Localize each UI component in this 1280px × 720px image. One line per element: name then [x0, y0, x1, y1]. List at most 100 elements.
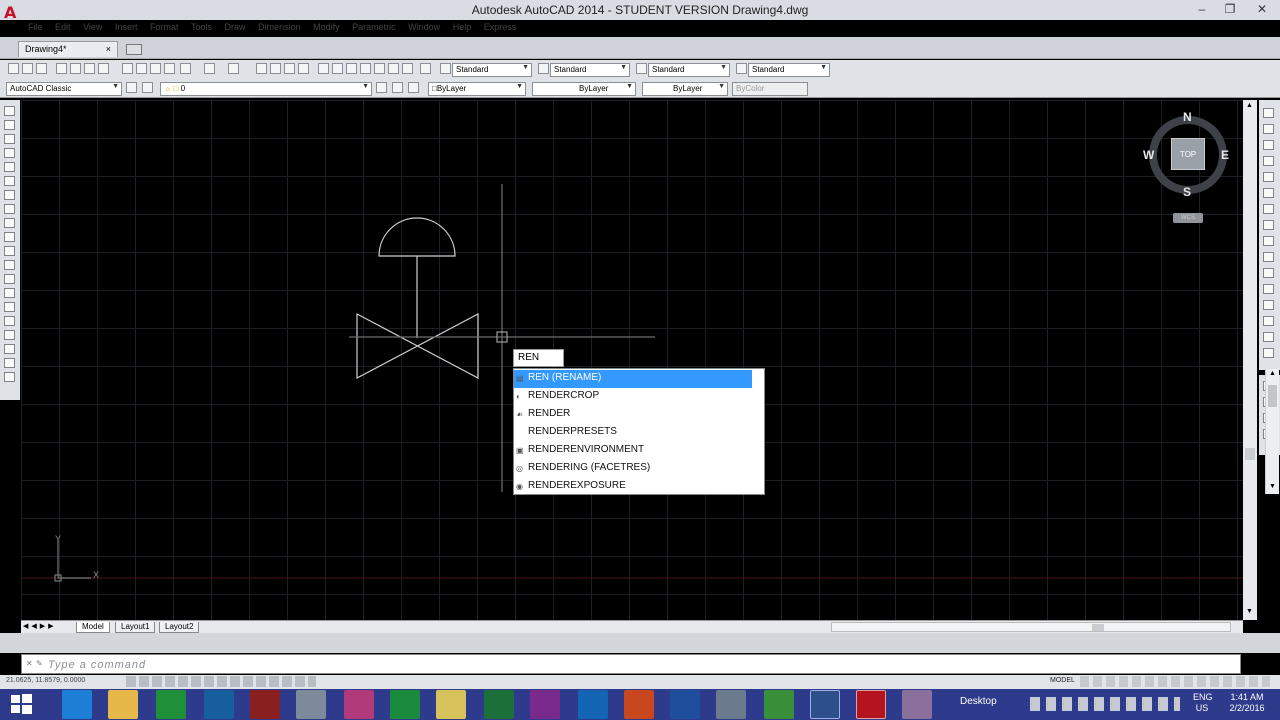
- undo-icon[interactable]: [204, 63, 215, 74]
- copy-icon[interactable]: [136, 63, 147, 74]
- text-style-icon[interactable]: [440, 63, 451, 74]
- properties-icon[interactable]: [318, 63, 329, 74]
- ellipse-arc-icon[interactable]: [4, 246, 15, 256]
- gradient-icon[interactable]: [4, 316, 15, 326]
- menu-dimension[interactable]: Dimension: [258, 22, 301, 32]
- menu-view[interactable]: View: [83, 22, 102, 32]
- point-icon[interactable]: [4, 288, 15, 298]
- horizontal-scrollbar[interactable]: [831, 622, 1231, 632]
- workspace-settings-icon[interactable]: [126, 82, 137, 93]
- windows-start-icon[interactable]: [8, 692, 34, 716]
- layer-match-icon[interactable]: [408, 82, 419, 93]
- color-select[interactable]: □ByLayer ▼: [428, 82, 526, 96]
- scroll-down-icon[interactable]: ▼: [1269, 483, 1276, 490]
- line-icon[interactable]: [4, 106, 15, 116]
- 3d-print-icon[interactable]: [98, 63, 109, 74]
- zoom-window-icon[interactable]: [284, 63, 295, 74]
- menu-parametric[interactable]: Parametric: [352, 22, 396, 32]
- system-tray-icons[interactable]: [1030, 697, 1180, 711]
- text-style-select[interactable]: Standard ▼: [452, 63, 532, 77]
- region-icon[interactable]: [4, 330, 15, 340]
- table-icon[interactable]: [4, 344, 15, 354]
- outlook-icon[interactable]: [578, 690, 608, 719]
- scale-icon[interactable]: [1263, 220, 1274, 230]
- construction-line-icon[interactable]: [4, 120, 15, 130]
- wcs-menu-button[interactable]: WCS: [1173, 213, 1203, 223]
- mirror-icon[interactable]: [1263, 140, 1274, 150]
- menu-window[interactable]: Window: [408, 22, 440, 32]
- tool-palettes-icon[interactable]: [346, 63, 357, 74]
- open-icon[interactable]: [22, 63, 33, 74]
- scroll-thumb[interactable]: [1245, 448, 1255, 460]
- arc-icon[interactable]: [4, 176, 15, 186]
- media-player-icon[interactable]: [810, 690, 840, 719]
- compass-west[interactable]: W: [1143, 148, 1154, 162]
- add-selected-icon[interactable]: [4, 372, 15, 382]
- menu-format[interactable]: Format: [150, 22, 179, 32]
- compass-south[interactable]: S: [1183, 185, 1191, 199]
- photos-app-icon[interactable]: [902, 690, 932, 719]
- mtext-icon[interactable]: [4, 358, 15, 368]
- save-icon[interactable]: [36, 63, 47, 74]
- app-icon[interactable]: [716, 690, 746, 719]
- autocad-taskbar-icon[interactable]: [856, 690, 886, 719]
- media-app-icon[interactable]: [344, 690, 374, 719]
- pan-icon[interactable]: [256, 63, 267, 74]
- rotate-icon[interactable]: [1263, 204, 1274, 214]
- file-explorer-icon[interactable]: [108, 690, 138, 719]
- autocomplete-item[interactable]: RENDERPRESETS: [514, 424, 752, 442]
- autocomplete-scrollbar[interactable]: ▲ ▼: [1265, 369, 1279, 494]
- command-line-settings-icon[interactable]: ✎: [36, 659, 43, 668]
- scroll-up-icon[interactable]: ▲: [1246, 102, 1253, 109]
- desktop-toolbar[interactable]: Desktop: [960, 696, 997, 707]
- layer-properties-icon[interactable]: [142, 82, 153, 93]
- chamfer-icon[interactable]: [1263, 316, 1274, 326]
- dim-style-select[interactable]: Standard ▼: [550, 63, 630, 77]
- maximize-icon[interactable]: ❐: [1216, 0, 1244, 18]
- break-icon[interactable]: [1263, 284, 1274, 294]
- vertical-scrollbar[interactable]: ▲ ▼: [1243, 100, 1257, 620]
- notes-app-icon[interactable]: [436, 690, 466, 719]
- menu-draw[interactable]: Draw: [225, 22, 246, 32]
- trim-icon[interactable]: [1263, 252, 1274, 262]
- autocomplete-item[interactable]: ▣ RENDERENVIRONMENT: [514, 442, 752, 460]
- layer-previous-icon[interactable]: [392, 82, 403, 93]
- explode-icon[interactable]: [1263, 348, 1274, 358]
- menu-express[interactable]: Express: [484, 22, 517, 32]
- new-icon[interactable]: [8, 63, 19, 74]
- sheet-set-icon[interactable]: [360, 63, 371, 74]
- store-icon[interactable]: [156, 690, 186, 719]
- layout-nav-arrows-icon[interactable]: ◀◀▶▶: [23, 622, 57, 630]
- fillet-icon[interactable]: [1263, 332, 1274, 342]
- menu-modify[interactable]: Modify: [313, 22, 340, 32]
- minimize-icon[interactable]: –: [1188, 0, 1216, 18]
- menu-insert[interactable]: Insert: [115, 22, 138, 32]
- paint-app-icon[interactable]: [250, 690, 280, 719]
- tab-model[interactable]: Model: [76, 622, 110, 633]
- dynamic-input-field[interactable]: REN: [513, 349, 564, 367]
- paste-icon[interactable]: [150, 63, 161, 74]
- block-editor-icon[interactable]: [180, 63, 191, 74]
- workspace-select[interactable]: AutoCAD Classic ▼: [6, 82, 122, 96]
- design-center-icon[interactable]: [332, 63, 343, 74]
- coordinates-readout[interactable]: 21.0625, 11.8579, 0.0000: [6, 677, 85, 684]
- drawing-canvas[interactable]: Y X N S E W: [21, 100, 1243, 620]
- ellipse-icon[interactable]: [4, 232, 15, 242]
- model-space-toggle[interactable]: MODEL: [1050, 677, 1075, 684]
- calculator-icon[interactable]: [402, 63, 413, 74]
- new-tab-icon[interactable]: [126, 44, 142, 55]
- plot-preview-icon[interactable]: [70, 63, 81, 74]
- tab-drawing4[interactable]: Drawing4* ×: [18, 41, 118, 57]
- hatch-icon[interactable]: [4, 302, 15, 312]
- table-style-icon[interactable]: [636, 63, 647, 74]
- language-indicator[interactable]: ENG US: [1193, 692, 1213, 714]
- compass-east[interactable]: E: [1221, 148, 1229, 162]
- autocomplete-item[interactable]: ▤ REN (RENAME): [514, 370, 752, 388]
- drafting-toggles[interactable]: [126, 676, 316, 687]
- extend-icon[interactable]: [1263, 268, 1274, 278]
- autocomplete-item[interactable]: ◐ RENDERCROP: [514, 388, 752, 406]
- scroll-up-icon[interactable]: ▲: [1269, 370, 1276, 377]
- spline-icon[interactable]: [4, 218, 15, 228]
- chrome-icon[interactable]: [764, 690, 794, 719]
- compass-north[interactable]: N: [1183, 110, 1192, 124]
